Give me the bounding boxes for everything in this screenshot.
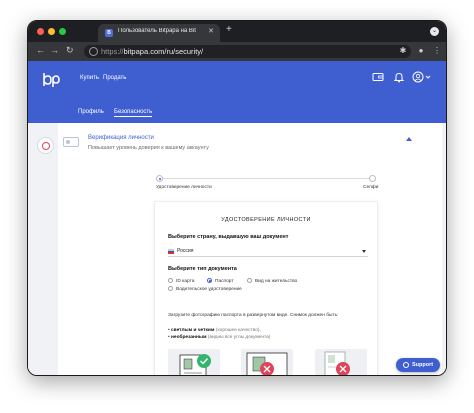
tab-close-icon[interactable]: ✕ (208, 27, 214, 35)
radio-icon (168, 278, 173, 283)
browser-window: B Пользователь Bitpapa на Bit ✕ + ⌄ ← → … (27, 20, 447, 376)
step-connector (160, 178, 372, 179)
radio-passport[interactable]: Паспорт (207, 278, 234, 284)
radio-residence-permit[interactable]: Вид на жительство (247, 278, 297, 284)
identity-form-card: УДОСТОВЕРЕНИЕ ЛИЧНОСТИ Выберите страну, … (154, 201, 378, 375)
progress-steps: Удостоверение личности Селфи (156, 175, 379, 191)
app-header: Купить Продать Профиль Безопасность (28, 61, 446, 123)
radio-icon (247, 278, 252, 283)
radio-id-card[interactable]: ID карта (168, 278, 194, 284)
browser-tab[interactable]: B Пользователь Bitpapa на Bit ✕ (98, 24, 220, 42)
radio-selected-icon (207, 278, 212, 283)
extensions-puzzle-icon[interactable]: ✱ (398, 46, 408, 56)
country-select[interactable]: Россия (168, 246, 368, 257)
page-scrollbar[interactable] (442, 123, 446, 375)
browser-tab-bar: B Пользователь Bitpapa на Bit ✕ + ⌄ (28, 21, 446, 42)
profile-icon[interactable]: ● (416, 46, 426, 56)
requirement-1: • светлым и четким (хорошее качество), (168, 328, 261, 333)
chevron-down-icon[interactable] (425, 71, 431, 83)
verification-title[interactable]: Верификация личности (88, 135, 154, 141)
caret-down-icon (362, 250, 366, 253)
url-text: https://bitpapa.com/ru/security/ (101, 47, 204, 56)
tab-search-icon[interactable]: ⌄ (430, 27, 439, 36)
requirement-2: • необрезанным (видны все углы документа… (168, 335, 271, 340)
check-icon (197, 354, 211, 368)
nav-sell-link[interactable]: Продать (103, 75, 126, 81)
step-1-dot (156, 175, 163, 182)
step-2-dot (369, 175, 376, 182)
country-value: Россия (177, 248, 194, 254)
doc-type-label: Выберите тип документа (168, 266, 237, 272)
back-arrow-icon[interactable]: ← (36, 45, 45, 55)
russia-flag-icon (168, 249, 174, 254)
notification-bell-icon[interactable] (393, 71, 405, 83)
maximize-window-button[interactable] (59, 28, 66, 35)
step-1-label: Удостоверение личности (156, 185, 212, 190)
form-title: УДОСТОВЕРЕНИЕ ЛИЧНОСТИ (221, 217, 311, 223)
bitpapa-favicon-icon: B (105, 29, 113, 37)
sample-cropped-photo (241, 349, 293, 375)
support-label: Support (412, 362, 434, 368)
chat-bubble-icon (403, 362, 409, 368)
bitpapa-logo-icon[interactable] (42, 72, 60, 88)
support-button[interactable]: Support (396, 358, 440, 372)
radio-icon (168, 286, 173, 291)
browser-toolbar: ← → ↻ https://bitpapa.com/ru/security/ ✱… (28, 42, 446, 61)
step-2-label: Селфи (363, 185, 379, 190)
forward-arrow-icon[interactable]: → (50, 45, 59, 55)
minimize-window-button[interactable] (48, 28, 55, 35)
close-window-button[interactable] (37, 28, 44, 35)
collapse-caret-icon[interactable] (406, 137, 412, 141)
main-content: Верификация личности Повышает уровень до… (58, 123, 446, 375)
sample-correct-photo (168, 349, 220, 375)
user-avatar-icon[interactable] (412, 71, 424, 83)
verification-subtitle: Повышает уровень доверия к вашему аккаун… (88, 145, 209, 151)
tab-title: Пользователь Bitpapa на Bit (118, 28, 196, 34)
left-sidebar (28, 123, 58, 375)
nav-buy-link[interactable]: Купить (80, 75, 99, 81)
tab-security[interactable]: Безопасность (114, 109, 153, 117)
tab-profile[interactable]: Профиль (78, 109, 104, 115)
address-bar[interactable]: https://bitpapa.com/ru/security/ (84, 45, 411, 58)
blocked-status-icon (37, 137, 54, 154)
reload-icon[interactable]: ↻ (66, 45, 74, 56)
country-label: Выберите страну, выдавшую ваш документ (168, 234, 289, 240)
id-card-icon (63, 137, 79, 147)
sample-blurry-photo (315, 349, 367, 375)
upload-description: Загрузите фотографию паспорта в разверну… (168, 313, 339, 318)
wallet-icon[interactable] (372, 71, 384, 83)
radio-drivers-license[interactable]: Водительское удостоверение (168, 286, 242, 292)
browser-menu-icon[interactable]: ⋮ (432, 46, 442, 56)
site-info-icon[interactable] (89, 47, 98, 56)
new-tab-plus-icon[interactable]: + (226, 24, 232, 35)
